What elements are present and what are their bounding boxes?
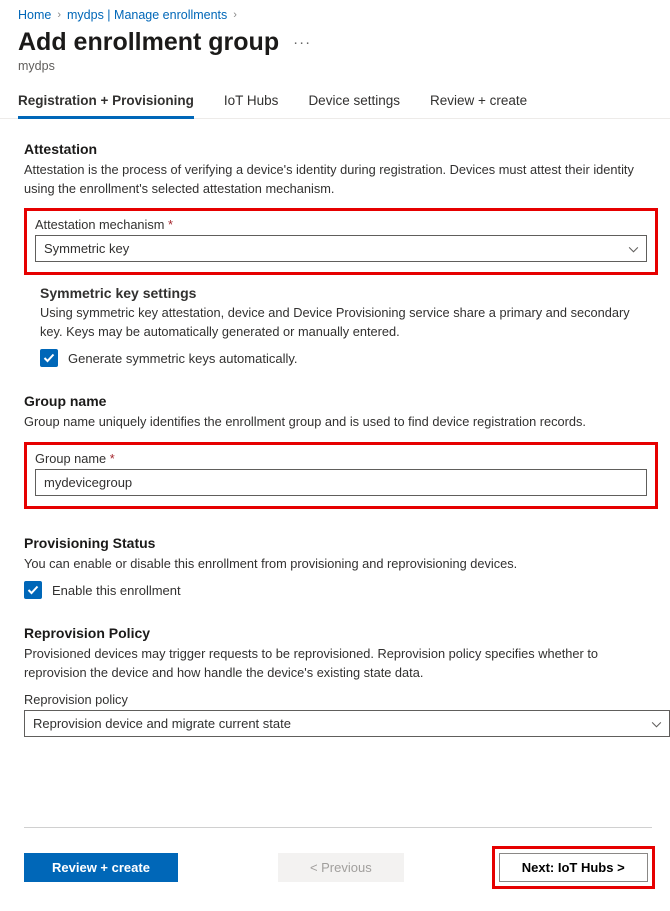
highlight-group-name: Group name * <box>24 442 658 509</box>
generate-keys-label: Generate symmetric keys automatically. <box>68 351 298 366</box>
chevron-right-icon: › <box>57 9 61 21</box>
tab-registration-provisioning[interactable]: Registration + Provisioning <box>18 87 194 119</box>
section-provisioning-status: Provisioning Status You can enable or di… <box>24 535 670 600</box>
highlight-attestation-mechanism: Attestation mechanism * Symmetric key <box>24 208 658 275</box>
attestation-desc: Attestation is the process of verifying … <box>24 161 634 198</box>
symkey-desc: Using symmetric key attestation, device … <box>40 304 650 341</box>
provstatus-heading: Provisioning Status <box>24 535 670 551</box>
breadcrumb-mydps[interactable]: mydps | Manage enrollments <box>67 8 227 22</box>
symkey-heading: Symmetric key settings <box>40 285 654 301</box>
attestation-mechanism-label: Attestation mechanism * <box>35 217 647 232</box>
reprov-heading: Reprovision Policy <box>24 625 670 641</box>
section-reprovision-policy: Reprovision Policy Provisioned devices m… <box>24 625 670 737</box>
tab-device-settings[interactable]: Device settings <box>308 87 400 119</box>
section-group-name: Group name Group name uniquely identifie… <box>24 393 670 509</box>
previous-button: < Previous <box>278 853 404 882</box>
attestation-heading: Attestation <box>24 141 670 157</box>
more-actions-button[interactable]: ··· <box>293 34 311 51</box>
chevron-right-icon: › <box>233 9 237 21</box>
enable-enrollment-label: Enable this enrollment <box>52 583 181 598</box>
provstatus-desc: You can enable or disable this enrollmen… <box>24 555 634 574</box>
symmetric-key-settings: Symmetric key settings Using symmetric k… <box>24 275 670 367</box>
groupname-desc: Group name uniquely identifies the enrol… <box>24 413 634 432</box>
groupname-label: Group name * <box>35 451 647 466</box>
generate-keys-checkbox[interactable] <box>40 349 58 367</box>
reprov-desc: Provisioned devices may trigger requests… <box>24 645 634 682</box>
tab-review-create[interactable]: Review + create <box>430 87 527 119</box>
footer-bar: Review + create < Previous Next: IoT Hub… <box>0 828 670 911</box>
groupname-heading: Group name <box>24 393 670 409</box>
group-name-input[interactable] <box>35 469 647 496</box>
resource-name: mydps <box>0 57 670 87</box>
review-create-button[interactable]: Review + create <box>24 853 178 882</box>
section-attestation: Attestation Attestation is the process o… <box>24 141 670 367</box>
page-title: Add enrollment group <box>18 28 279 57</box>
tabs: Registration + Provisioning IoT Hubs Dev… <box>0 87 670 119</box>
reprovision-policy-select[interactable]: Reprovision device and migrate current s… <box>24 710 670 737</box>
tab-iot-hubs[interactable]: IoT Hubs <box>224 87 279 119</box>
reprov-label: Reprovision policy <box>24 692 670 707</box>
next-iot-hubs-button[interactable]: Next: IoT Hubs > <box>499 853 648 882</box>
enable-enrollment-checkbox[interactable] <box>24 581 42 599</box>
attestation-mechanism-select[interactable]: Symmetric key <box>35 235 647 262</box>
highlight-next-button: Next: IoT Hubs > <box>492 846 655 889</box>
breadcrumb-home[interactable]: Home <box>18 8 51 22</box>
breadcrumb: Home › mydps | Manage enrollments › <box>0 4 670 28</box>
